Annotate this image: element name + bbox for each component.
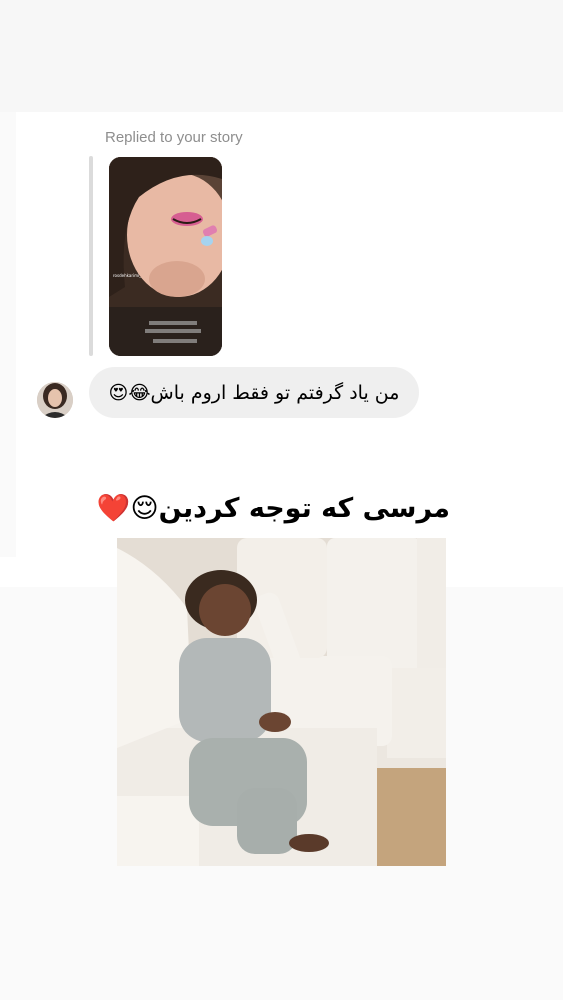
reply-indicator-bar [89,156,93,356]
message-bubble[interactable]: من یاد گرفتم تو فقط اروم باش😂😍 [89,367,419,418]
story-thumbnail-image: rosdehkarimi_ [109,157,222,356]
child-on-sofa-image [117,538,446,866]
dm-screenshot-card [16,112,563,557]
post-caption: مرسی که توجه کردین😌❤️ [96,493,450,524]
story-thumbnail[interactable]: rosdehkarimi_ [109,157,222,356]
message-text: من یاد گرفتم تو فقط اروم باش😂😍 [108,381,400,404]
top-background [0,0,563,112]
avatar-image [37,382,73,418]
sender-avatar[interactable] [37,382,73,418]
story-watermark: rosdehkarimi_ [113,273,142,278]
replied-to-story-label: Replied to your story [105,129,243,146]
meme-photo [117,538,446,866]
